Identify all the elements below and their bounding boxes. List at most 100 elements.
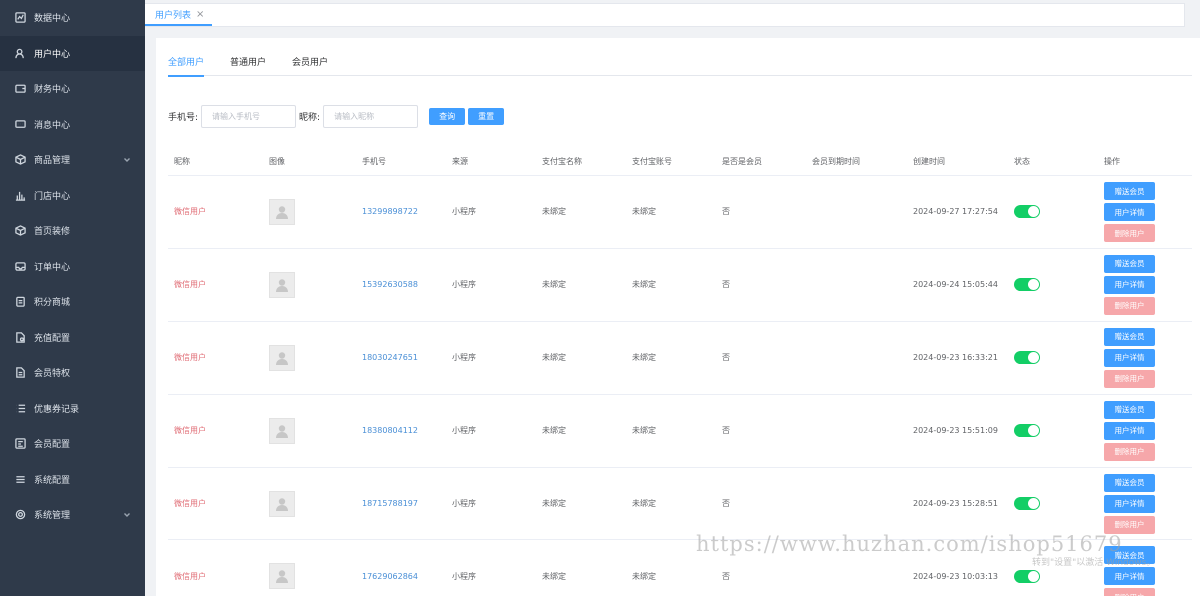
cube-icon	[14, 225, 26, 237]
phone-cell[interactable]: 17629062864	[362, 572, 418, 581]
created-time-cell: 2024-09-23 15:51:09	[913, 426, 998, 436]
delete-user-button[interactable]: 删除用户	[1104, 369, 1155, 388]
main-panel: 全部用户 普通用户 会员用户 手机号: 昵称: 查询 重置 昵称 图像 手机号 …	[156, 38, 1200, 596]
source-cell: 小程序	[452, 426, 476, 436]
tab-member-users[interactable]: 会员用户	[292, 56, 328, 76]
gift-member-button[interactable]: 赠送会员	[1104, 473, 1155, 492]
sidebar-item-7[interactable]: 订单中心	[0, 249, 145, 285]
sidebar-item-13[interactable]: 系统配置	[0, 462, 145, 498]
gift-member-button[interactable]: 赠送会员	[1104, 400, 1155, 419]
tab-label: 用户列表	[155, 10, 192, 21]
header-nick: 昵称	[174, 157, 190, 166]
sidebar-item-label: 积分商城	[34, 298, 71, 309]
phone-search-input[interactable]	[201, 105, 297, 128]
alipay-name-cell: 未绑定	[542, 207, 566, 217]
table-row: 微信用户 18715788197 小程序 未绑定 未绑定 否 2024-09-23 15:2…	[168, 468, 1192, 541]
sidebar-item-label: 财务中心	[34, 85, 71, 96]
header-ops: 操作	[1104, 157, 1120, 166]
tab-all-users[interactable]: 全部用户	[168, 56, 205, 77]
user-detail-button[interactable]: 用户详情	[1104, 203, 1155, 221]
status-toggle[interactable]	[1014, 569, 1040, 583]
gift-member-button[interactable]: 赠送会员	[1104, 182, 1155, 200]
status-toggle[interactable]	[1014, 424, 1040, 438]
phone-label: 手机号:	[168, 113, 199, 123]
reset-button[interactable]: 重置	[468, 108, 505, 125]
alipay-name-cell: 未绑定	[542, 499, 566, 508]
delete-user-button[interactable]: 删除用户	[1104, 515, 1155, 534]
bar-chart-icon	[14, 189, 26, 201]
tab-normal-users[interactable]: 普通用户	[230, 56, 266, 76]
table-row: 微信用户 17629062864 小程序 未绑定 未绑定 否 2024-09-23 10:0…	[168, 540, 1192, 596]
sidebar-item-label: 优惠券记录	[34, 404, 80, 415]
sidebar-item-2[interactable]: 财务中心	[0, 71, 145, 107]
created-time-cell: 2024-09-23 15:28:51	[913, 499, 998, 508]
query-button[interactable]: 查询	[429, 108, 466, 125]
delete-user-button[interactable]: 删除用户	[1104, 296, 1155, 315]
phone-cell[interactable]: 18715788197	[362, 499, 418, 508]
user-detail-button[interactable]: 用户详情	[1104, 494, 1155, 513]
row-actions: 赠送会员用户详情删除用户	[1104, 400, 1155, 461]
sidebar-item-3[interactable]: 消息中心	[0, 107, 145, 143]
user-detail-button[interactable]: 用户详情	[1104, 421, 1155, 440]
phone-cell[interactable]: 18030247651	[362, 353, 418, 362]
header-phone: 手机号	[362, 157, 386, 166]
sidebar-item-8[interactable]: 积分商城	[0, 284, 145, 320]
sidebar-item-14[interactable]: 系统管理	[0, 497, 145, 533]
delete-user-button[interactable]: 删除用户	[1104, 442, 1155, 461]
alipay-name-cell: 未绑定	[542, 353, 566, 363]
phone-cell[interactable]: 18380804112	[362, 426, 418, 435]
header-member-expire: 会员到期时间	[812, 157, 860, 166]
row-actions: 赠送会员用户详情删除用户	[1104, 254, 1155, 315]
sidebar-item-label: 系统管理	[34, 511, 71, 522]
sidebar-item-12[interactable]: 会员配置	[0, 426, 145, 462]
avatar	[269, 490, 295, 517]
gift-member-button[interactable]: 赠送会员	[1104, 327, 1155, 346]
document-icon	[14, 367, 26, 379]
is-member-cell: 否	[722, 280, 730, 290]
box-icon	[14, 154, 26, 166]
is-member-cell: 否	[722, 571, 730, 581]
phone-cell[interactable]: 15392630588	[362, 280, 418, 289]
user-detail-button[interactable]: 用户详情	[1104, 275, 1155, 294]
nick-search-input[interactable]	[323, 105, 419, 128]
delete-user-button[interactable]: 删除用户	[1104, 588, 1155, 596]
status-toggle[interactable]	[1014, 205, 1040, 219]
sidebar-item-10[interactable]: 会员特权	[0, 355, 145, 391]
user-detail-button[interactable]: 用户详情	[1104, 348, 1155, 367]
sidebar-item-6[interactable]: 首页装修	[0, 213, 145, 249]
phone-cell[interactable]: 13299898722	[362, 207, 418, 216]
sidebar-item-9[interactable]: 充值配置	[0, 320, 145, 356]
source-cell: 小程序	[452, 280, 476, 290]
alipay-account-cell: 未绑定	[632, 280, 656, 290]
row-actions: 赠送会员用户详情删除用户	[1104, 327, 1155, 388]
sidebar-item-0[interactable]: 数据中心	[0, 0, 145, 36]
row-actions: 赠送会员用户详情删除用户	[1104, 546, 1155, 596]
header-created: 创建时间	[913, 157, 945, 166]
sidebar-item-5[interactable]: 门店中心	[0, 178, 145, 214]
avatar	[269, 271, 295, 298]
close-icon[interactable]: ×	[196, 9, 204, 20]
status-toggle[interactable]	[1014, 278, 1040, 292]
gift-member-button[interactable]: 赠送会员	[1104, 254, 1155, 273]
status-toggle[interactable]	[1014, 351, 1040, 365]
alipay-account-cell: 未绑定	[632, 353, 656, 363]
nick-cell: 微信用户	[174, 207, 206, 217]
gift-member-button[interactable]: 赠送会员	[1104, 546, 1155, 565]
tab-user-list[interactable]: 用户列表 ×	[145, 4, 213, 26]
avatar	[269, 198, 295, 225]
sidebar-item-label: 数据中心	[34, 14, 71, 25]
sidebar-item-label: 会员特权	[34, 369, 71, 380]
sidebar: 数据中心用户中心财务中心消息中心 商品管理 门店中心 首页装修 订单中心积分商城充值配置…	[0, 0, 145, 596]
sidebar-item-4[interactable]: 商品管理	[0, 142, 145, 178]
status-toggle[interactable]	[1014, 497, 1040, 510]
user-detail-button[interactable]: 用户详情	[1104, 567, 1155, 586]
alipay-name-cell: 未绑定	[542, 571, 566, 581]
nick-cell: 微信用户	[174, 571, 206, 581]
table-row: 微信用户 13299898722 小程序 未绑定 未绑定 否 2024-09-27 17:2…	[168, 176, 1192, 249]
header-status: 状态	[1014, 157, 1030, 166]
sidebar-item-1[interactable]: 用户中心	[0, 35, 145, 71]
table-row: 微信用户 18380804112 小程序 未绑定 未绑定 否 2024-09-23 15:5…	[168, 395, 1192, 468]
clipboard-icon	[14, 296, 26, 308]
delete-user-button[interactable]: 删除用户	[1104, 224, 1155, 242]
sidebar-item-11[interactable]: 优惠券记录	[0, 391, 145, 427]
